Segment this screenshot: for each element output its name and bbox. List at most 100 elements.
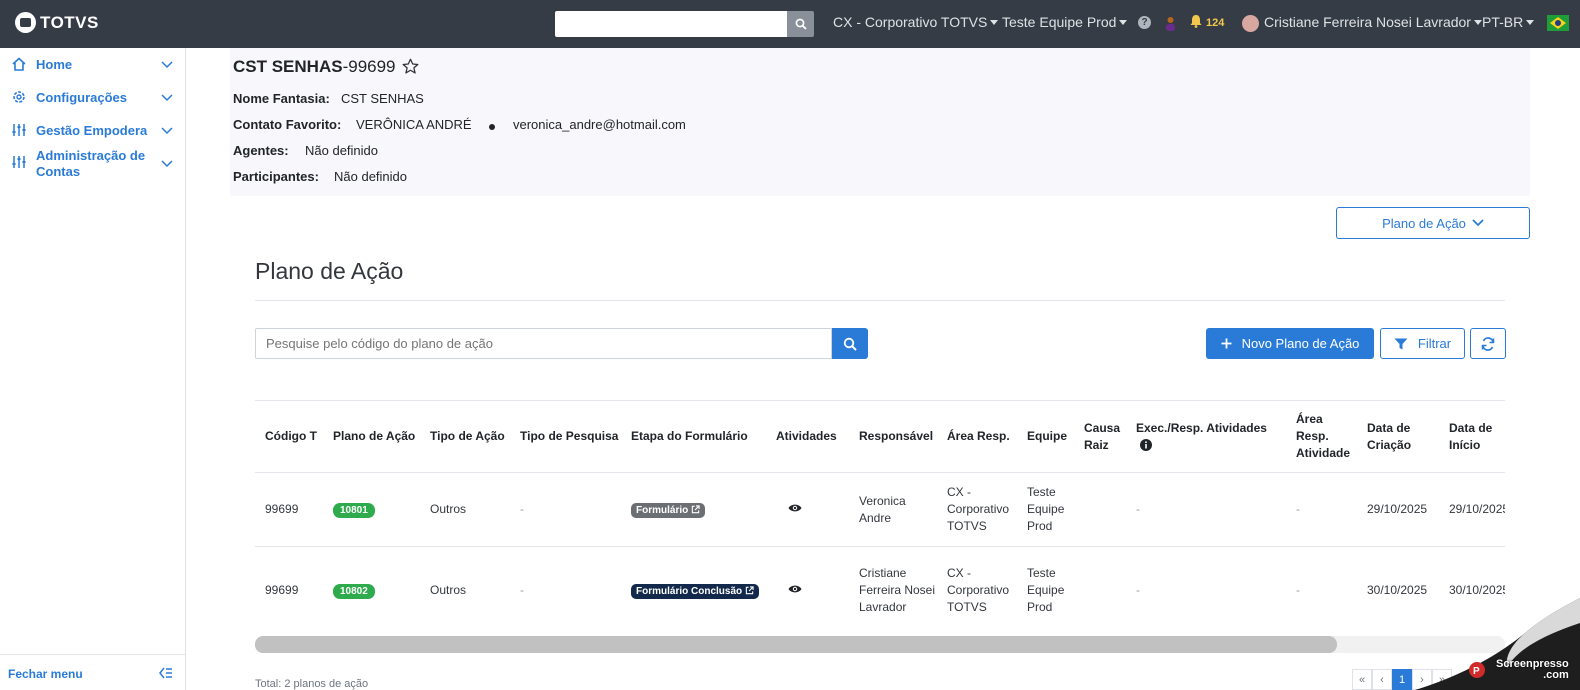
cell-etapa: Formulário: [621, 472, 766, 547]
chevron-down-icon: [1472, 219, 1484, 227]
section-title: Plano de Ação: [255, 258, 404, 284]
page-title: CST SENHAS-99699: [233, 57, 396, 77]
contato-favorito-name: VERÔNICA ANDRÉ: [356, 117, 472, 132]
global-search-button[interactable]: [787, 11, 814, 37]
home-icon: [12, 57, 26, 71]
action-plan-table: Código T Plano de Ação Tipo de Ação Tipo…: [255, 400, 1505, 628]
table-row[interactable]: 99699 10801 Outros - Formulário Veronica…: [255, 472, 1505, 547]
column-header[interactable]: Tipo de Ação: [420, 400, 510, 473]
column-header[interactable]: Equipe: [1017, 400, 1074, 473]
column-header[interactable]: Causa Raiz: [1074, 400, 1126, 473]
table-row[interactable]: 99699 10802 Outros - Formulário Conclusã…: [255, 546, 1505, 628]
bell-icon[interactable]: [1190, 14, 1202, 28]
form-stage-link[interactable]: Formulário Conclusão: [631, 584, 759, 599]
plano-de-acao-dropdown[interactable]: Plano de Ação: [1336, 207, 1530, 239]
plan-badge[interactable]: 10802: [333, 584, 375, 599]
chevron-down-icon: [161, 94, 173, 102]
top-navbar: TOTVS CX - Corporativo TOTVS Teste Equip…: [0, 0, 1580, 48]
plano-search-input[interactable]: [255, 328, 832, 359]
refresh-button[interactable]: [1470, 328, 1506, 359]
first-page-button[interactable]: «: [1352, 669, 1372, 690]
column-header[interactable]: Área Resp. Atividade: [1286, 400, 1357, 473]
cell-tipo-pesquisa: -: [510, 472, 621, 547]
contato-favorito-email: veronica_andre@hotmail.com: [513, 117, 686, 132]
info-icon[interactable]: [1140, 438, 1152, 451]
cell-tipo-acao: Outros: [420, 546, 510, 628]
column-header[interactable]: Data de Início: [1439, 400, 1505, 473]
sliders-icon: [12, 156, 26, 168]
prev-page-button[interactable]: ‹: [1372, 669, 1392, 690]
eye-icon[interactable]: [788, 584, 802, 594]
language-selector[interactable]: PT-BR: [1482, 14, 1534, 30]
column-header[interactable]: Tipo de Pesquisa: [510, 400, 621, 473]
cell-equipe: Teste Equipe Prod: [1017, 546, 1074, 628]
plan-badge[interactable]: 10801: [333, 503, 375, 518]
chevron-down-icon: [161, 127, 173, 135]
filter-icon: [1394, 338, 1408, 349]
chevron-down-icon: [161, 160, 173, 168]
sliders-icon: [12, 124, 26, 136]
star-icon[interactable]: [402, 58, 419, 75]
column-header-exec[interactable]: Exec./Resp. Atividades: [1126, 400, 1286, 473]
cell-area: CX - Corporativo TOTVS: [937, 472, 1017, 547]
cell-codigo: 99699: [255, 546, 323, 628]
totvs-logo[interactable]: TOTVS: [15, 12, 99, 33]
cell-tipo-acao: Outros: [420, 472, 510, 547]
user-status-icon[interactable]: [1164, 16, 1177, 31]
cell-data-inicio: 29/10/2025: [1439, 472, 1505, 547]
form-stage-label: Formulário Conclusão: [636, 586, 743, 597]
nome-fantasia-value: CST SENHAS: [341, 91, 424, 106]
column-header[interactable]: Atividades: [766, 400, 849, 473]
filter-button[interactable]: Filtrar: [1380, 328, 1465, 359]
sidebar: Home Configurações Gestão Empodera Admin…: [0, 48, 186, 690]
plus-icon: [1221, 338, 1232, 349]
global-search-input[interactable]: [555, 11, 787, 37]
table-header-row: Código T Plano de Ação Tipo de Ação Tipo…: [255, 400, 1505, 473]
column-header[interactable]: Etapa do Formulário: [621, 400, 766, 473]
brazil-flag-icon[interactable]: [1547, 15, 1569, 31]
total-count: Total: 2 planos de ação: [255, 678, 369, 690]
company-selector[interactable]: CX - Corporativo TOTVS: [833, 14, 998, 30]
brand-name: TOTVS: [40, 12, 99, 32]
sidebar-item-home[interactable]: Home: [0, 56, 186, 74]
column-header[interactable]: Data de Criação: [1357, 400, 1439, 473]
cell-codigo: 99699: [255, 472, 323, 547]
collapse-menu-icon[interactable]: [159, 667, 173, 679]
user-menu[interactable]: Cristiane Ferreira Nosei Lavrador: [1264, 14, 1482, 30]
cell-exec: -: [1126, 546, 1286, 628]
table-horizontal-scrollbar[interactable]: [255, 636, 1505, 653]
new-action-plan-button[interactable]: Novo Plano de Ação: [1206, 328, 1374, 359]
agentes-value: Não definido: [305, 143, 378, 158]
nome-fantasia-label: Nome Fantasia:: [233, 91, 330, 106]
separator-dot: [489, 124, 495, 130]
sidebar-item-configuracoes[interactable]: Configurações: [0, 89, 186, 107]
sidebar-item-administracao-contas[interactable]: Administração de Contas: [0, 148, 186, 182]
cell-tipo-pesquisa: -: [510, 546, 621, 628]
column-header[interactable]: Plano de Ação: [323, 400, 420, 473]
team-selector[interactable]: Teste Equipe Prod: [1002, 14, 1127, 30]
plano-search-button[interactable]: [832, 328, 868, 359]
form-stage-label: Formulário: [636, 505, 689, 516]
user-avatar[interactable]: [1242, 15, 1259, 32]
gear-icon: [13, 91, 25, 103]
help-icon[interactable]: ?: [1138, 16, 1151, 29]
column-header[interactable]: Código T: [255, 400, 323, 473]
column-header-label: Exec./Resp. Atividades: [1136, 420, 1267, 435]
svg-text:P: P: [1473, 666, 1480, 677]
scrollbar-thumb[interactable]: [255, 636, 1337, 653]
close-menu-link[interactable]: Fechar menu: [8, 667, 83, 681]
cell-equipe: Teste Equipe Prod: [1017, 472, 1074, 547]
cell-etapa: Formulário Conclusão: [621, 546, 766, 628]
external-link-icon: [691, 505, 700, 514]
form-stage-link[interactable]: Formulário: [631, 503, 706, 518]
column-header[interactable]: Área Resp.: [937, 400, 1017, 473]
column-header[interactable]: Responsável: [849, 400, 937, 473]
cell-atividades: [766, 472, 849, 547]
sidebar-item-gestao-empodera[interactable]: Gestão Empodera: [0, 122, 186, 140]
eye-icon[interactable]: [788, 503, 802, 513]
cell-atividades: [766, 546, 849, 628]
cell-exec: -: [1126, 472, 1286, 547]
page-button[interactable]: 1: [1392, 669, 1412, 690]
sidebar-footer: Fechar menu: [0, 654, 185, 690]
cell-responsavel: Veronica Andre: [849, 472, 937, 547]
